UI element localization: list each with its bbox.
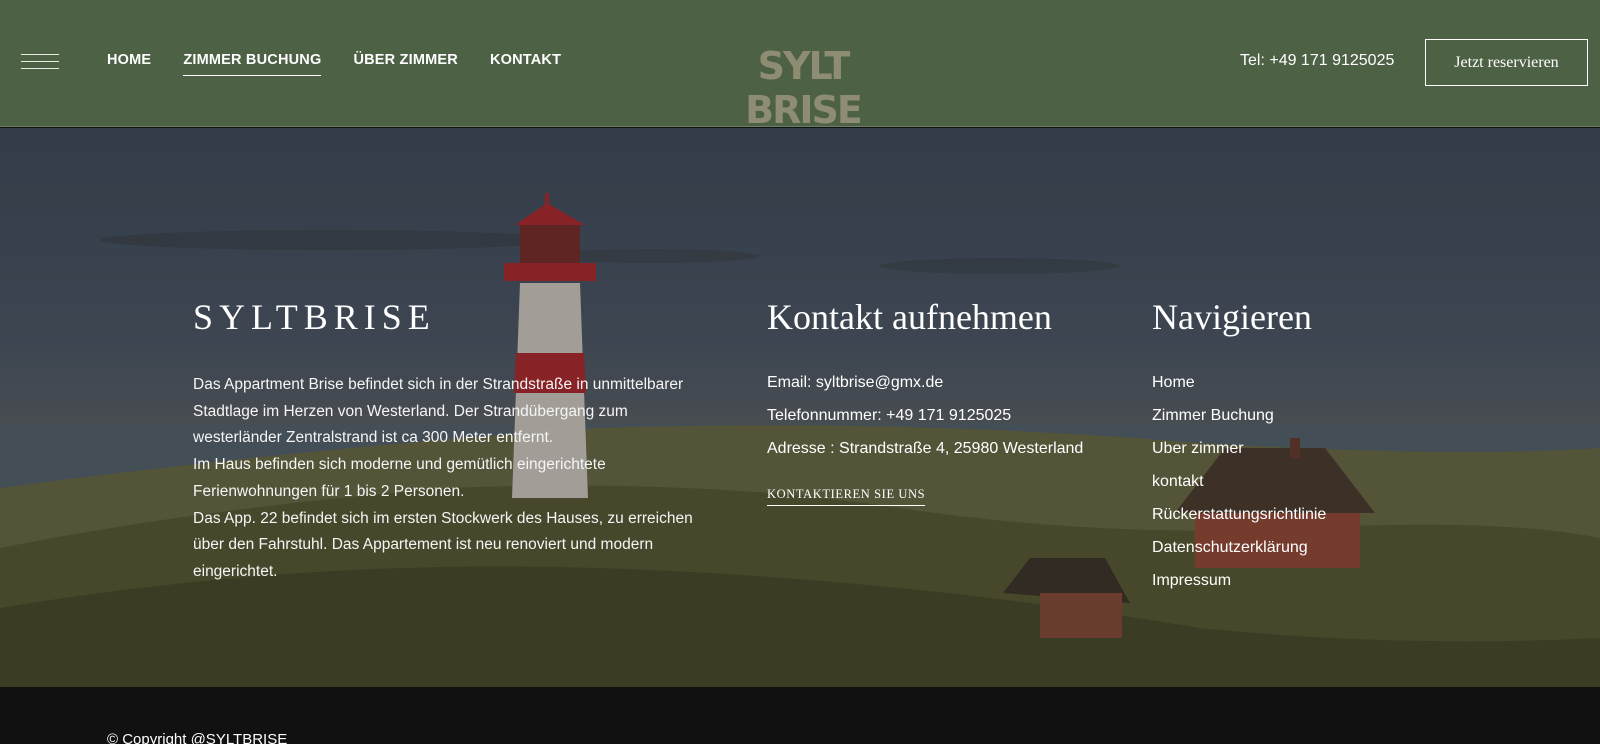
footer-nav-datenschutz[interactable]: Datenschutzerklärung (1152, 539, 1308, 556)
header-phone[interactable]: Tel: +49 171 9125025 (1240, 52, 1394, 70)
footer-nav-rueckerstattung[interactable]: Rückerstattungsrichtlinie (1152, 506, 1326, 523)
navigate-title: Navigieren (1152, 297, 1312, 337)
about-title: SYLTBRISE (193, 297, 436, 337)
about-text: Das Appartment Brise befindet sich in de… (193, 372, 693, 586)
contact-us-link[interactable]: KONTAKTIEREN SIE UNS (767, 487, 926, 506)
footer-nav-impressum[interactable]: Impressum (1152, 572, 1231, 589)
copyright-text: © Copyright @SYLTBRISE (107, 731, 288, 744)
footer-nav-kontakt[interactable]: kontakt (1152, 473, 1204, 490)
footer-nav-zimmer-buchung[interactable]: Zimmer Buchung (1152, 407, 1274, 424)
footer-nav-uber-zimmer[interactable]: Uber zimmer (1152, 440, 1244, 457)
site-header: HOME ZIMMER BUCHUNG ÜBER ZIMMER KONTAKT … (0, 0, 1600, 132)
footer-nav-list: Home Zimmer Buchung Uber zimmer kontakt … (1152, 366, 1326, 597)
nav-ueber-zimmer[interactable]: ÜBER ZIMMER (353, 52, 458, 74)
contact-address: Adresse : Strandstraße 4, 25980 Westerla… (767, 440, 1084, 457)
reserve-button[interactable]: Jetzt reservieren (1425, 39, 1588, 86)
nav-home[interactable]: HOME (107, 52, 151, 74)
nav-kontakt[interactable]: KONTAKT (490, 52, 561, 74)
menu-icon[interactable] (21, 54, 59, 72)
navigate-column: Navigieren Home Zimmer Buchung Uber zimm… (1152, 296, 1326, 597)
contact-list: Email: syltbrise@gmx.de Telefonnummer: +… (767, 366, 1083, 465)
footer-info-section: SYLTBRISE Das Appartment Brise befindet … (0, 128, 1600, 687)
contact-email[interactable]: Email: syltbrise@gmx.de (767, 366, 1083, 399)
main-nav: HOME ZIMMER BUCHUNG ÜBER ZIMMER KONTAKT (107, 52, 593, 76)
contact-column: Kontakt aufnehmen Email: syltbrise@gmx.d… (767, 296, 1083, 506)
nav-zimmer-buchung[interactable]: ZIMMER BUCHUNG (183, 52, 322, 76)
contact-title: Kontakt aufnehmen (767, 297, 1052, 337)
footer-nav-home[interactable]: Home (1152, 374, 1195, 391)
copyright-bar: © Copyright @SYLTBRISE (0, 687, 1600, 744)
about-column: SYLTBRISE Das Appartment Brise befindet … (193, 296, 693, 586)
about-paragraph: Das Appartment Brise befindet sich in de… (193, 376, 684, 447)
site-logo[interactable]: SYLT BRISE (703, 44, 903, 132)
about-paragraph: Im Haus befinden sich moderne und gemütl… (193, 456, 606, 500)
contact-phone[interactable]: Telefonnummer: +49 171 9125025 (767, 399, 1083, 432)
about-paragraph: Das App. 22 befindet sich im ersten Stoc… (193, 509, 693, 580)
